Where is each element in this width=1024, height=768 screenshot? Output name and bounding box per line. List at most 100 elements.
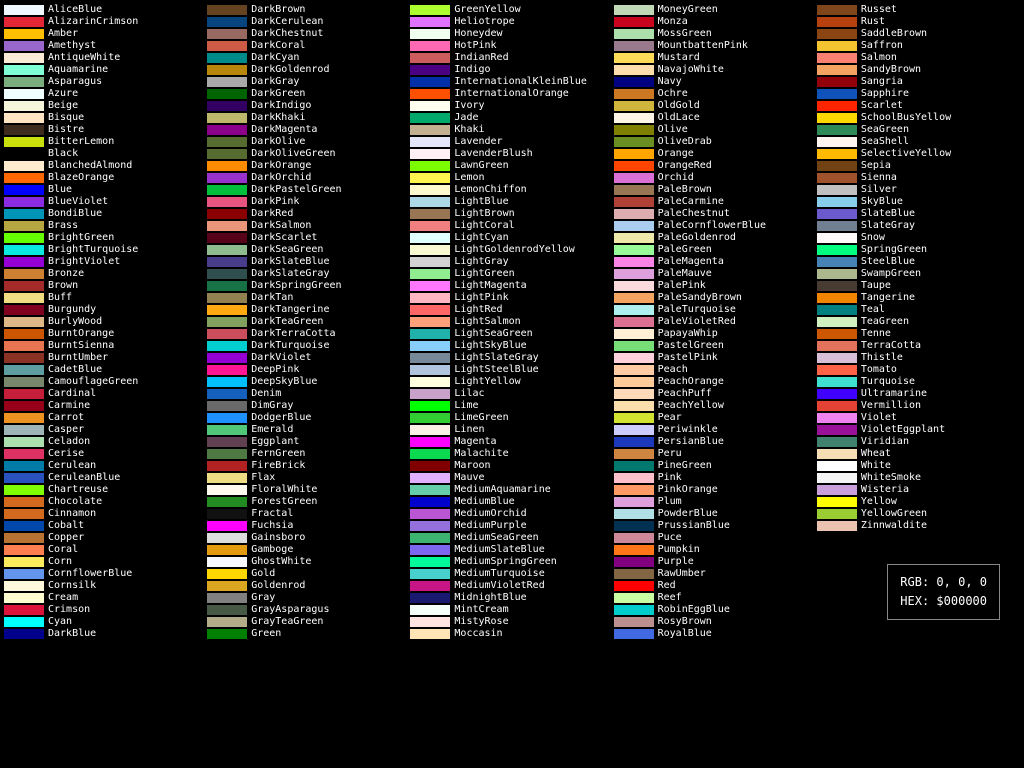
list-item[interactable]: Cream: [4, 592, 207, 603]
list-item[interactable]: IndianRed: [410, 52, 613, 63]
list-item[interactable]: InternationalKleinBlue: [410, 76, 613, 87]
list-item[interactable]: RobinEggBlue: [614, 604, 817, 615]
list-item[interactable]: MintCream: [410, 604, 613, 615]
list-item[interactable]: SandyBrown: [817, 64, 1020, 75]
list-item[interactable]: DarkCyan: [207, 52, 410, 63]
list-item[interactable]: DarkSpringGreen: [207, 280, 410, 291]
list-item[interactable]: Wheat: [817, 448, 1020, 459]
list-item[interactable]: DarkSlateGray: [207, 268, 410, 279]
list-item[interactable]: DarkBlue: [4, 628, 207, 639]
list-item[interactable]: PeachYellow: [614, 400, 817, 411]
list-item[interactable]: DarkBrown: [207, 4, 410, 15]
list-item[interactable]: MossGreen: [614, 28, 817, 39]
list-item[interactable]: OrangeRed: [614, 160, 817, 171]
list-item[interactable]: Tangerine: [817, 292, 1020, 303]
list-item[interactable]: Ultramarine: [817, 388, 1020, 399]
list-item[interactable]: PaleCarmine: [614, 196, 817, 207]
list-item[interactable]: Moccasin: [410, 628, 613, 639]
list-item[interactable]: Periwinkle: [614, 424, 817, 435]
list-item[interactable]: LightBrown: [410, 208, 613, 219]
list-item[interactable]: Indigo: [410, 64, 613, 75]
list-item[interactable]: LightRed: [410, 304, 613, 315]
list-item[interactable]: Cornsilk: [4, 580, 207, 591]
list-item[interactable]: Gainsboro: [207, 532, 410, 543]
list-item[interactable]: BlazeOrange: [4, 172, 207, 183]
list-item[interactable]: Viridian: [817, 436, 1020, 447]
list-item[interactable]: Sepia: [817, 160, 1020, 171]
list-item[interactable]: Amber: [4, 28, 207, 39]
list-item[interactable]: DarkMagenta: [207, 124, 410, 135]
list-item[interactable]: Green: [207, 628, 410, 639]
list-item[interactable]: LawnGreen: [410, 160, 613, 171]
list-item[interactable]: TerraCotta: [817, 340, 1020, 351]
list-item[interactable]: Saffron: [817, 40, 1020, 51]
list-item[interactable]: BrightGreen: [4, 232, 207, 243]
list-item[interactable]: AntiqueWhite: [4, 52, 207, 63]
list-item[interactable]: SelectiveYellow: [817, 148, 1020, 159]
list-item[interactable]: Lavender: [410, 136, 613, 147]
list-item[interactable]: Crimson: [4, 604, 207, 615]
list-item[interactable]: Bronze: [4, 268, 207, 279]
list-item[interactable]: DarkOlive: [207, 136, 410, 147]
list-item[interactable]: Asparagus: [4, 76, 207, 87]
list-item[interactable]: MidnightBlue: [410, 592, 613, 603]
list-item[interactable]: LightSkyBlue: [410, 340, 613, 351]
list-item[interactable]: AliceBlue: [4, 4, 207, 15]
list-item[interactable]: DarkTan: [207, 292, 410, 303]
list-item[interactable]: PapayaWhip: [614, 328, 817, 339]
list-item[interactable]: PaleMauve: [614, 268, 817, 279]
list-item[interactable]: MoneyGreen: [614, 4, 817, 15]
list-item[interactable]: Monza: [614, 16, 817, 27]
list-item[interactable]: Taupe: [817, 280, 1020, 291]
list-item[interactable]: Cyan: [4, 616, 207, 627]
list-item[interactable]: Navy: [614, 76, 817, 87]
list-item[interactable]: DarkPink: [207, 196, 410, 207]
list-item[interactable]: Corn: [4, 556, 207, 567]
list-item[interactable]: Denim: [207, 388, 410, 399]
list-item[interactable]: Fuchsia: [207, 520, 410, 531]
list-item[interactable]: PaleGreen: [614, 244, 817, 255]
list-item[interactable]: Sapphire: [817, 88, 1020, 99]
list-item[interactable]: LavenderBlush: [410, 148, 613, 159]
list-item[interactable]: Honeydew: [410, 28, 613, 39]
list-item[interactable]: BurntSienna: [4, 340, 207, 351]
list-item[interactable]: BlueViolet: [4, 196, 207, 207]
list-item[interactable]: Maroon: [410, 460, 613, 471]
list-item[interactable]: SeaGreen: [817, 124, 1020, 135]
list-item[interactable]: DarkOliveGreen: [207, 148, 410, 159]
list-item[interactable]: PaleGoldenrod: [614, 232, 817, 243]
list-item[interactable]: SpringGreen: [817, 244, 1020, 255]
list-item[interactable]: DarkTeaGreen: [207, 316, 410, 327]
list-item[interactable]: LightSteelBlue: [410, 364, 613, 375]
list-item[interactable]: DarkGray: [207, 76, 410, 87]
list-item[interactable]: Pink: [614, 472, 817, 483]
list-item[interactable]: RoyalBlue: [614, 628, 817, 639]
list-item[interactable]: OldLace: [614, 112, 817, 123]
list-item[interactable]: LightGoldenrodYellow: [410, 244, 613, 255]
list-item[interactable]: LightPink: [410, 292, 613, 303]
list-item[interactable]: Salmon: [817, 52, 1020, 63]
list-item[interactable]: PowderBlue: [614, 508, 817, 519]
list-item[interactable]: AlizarinCrimson: [4, 16, 207, 27]
list-item[interactable]: Jade: [410, 112, 613, 123]
list-item[interactable]: Vermillion: [817, 400, 1020, 411]
list-item[interactable]: DarkGreen: [207, 88, 410, 99]
list-item[interactable]: Reef: [614, 592, 817, 603]
list-item[interactable]: LightCyan: [410, 232, 613, 243]
list-item[interactable]: DarkScarlet: [207, 232, 410, 243]
list-item[interactable]: DimGray: [207, 400, 410, 411]
list-item[interactable]: LightYellow: [410, 376, 613, 387]
list-item[interactable]: CamouflageGreen: [4, 376, 207, 387]
list-item[interactable]: OliveDrab: [614, 136, 817, 147]
list-item[interactable]: Blue: [4, 184, 207, 195]
list-item[interactable]: PalePink: [614, 280, 817, 291]
list-item[interactable]: MediumBlue: [410, 496, 613, 507]
list-item[interactable]: BurlyWood: [4, 316, 207, 327]
list-item[interactable]: Zinnwaldite: [817, 520, 1020, 531]
list-item[interactable]: SkyBlue: [817, 196, 1020, 207]
list-item[interactable]: Tomato: [817, 364, 1020, 375]
list-item[interactable]: LightBlue: [410, 196, 613, 207]
list-item[interactable]: MediumSlateBlue: [410, 544, 613, 555]
list-item[interactable]: PinkOrange: [614, 484, 817, 495]
list-item[interactable]: DarkCoral: [207, 40, 410, 51]
